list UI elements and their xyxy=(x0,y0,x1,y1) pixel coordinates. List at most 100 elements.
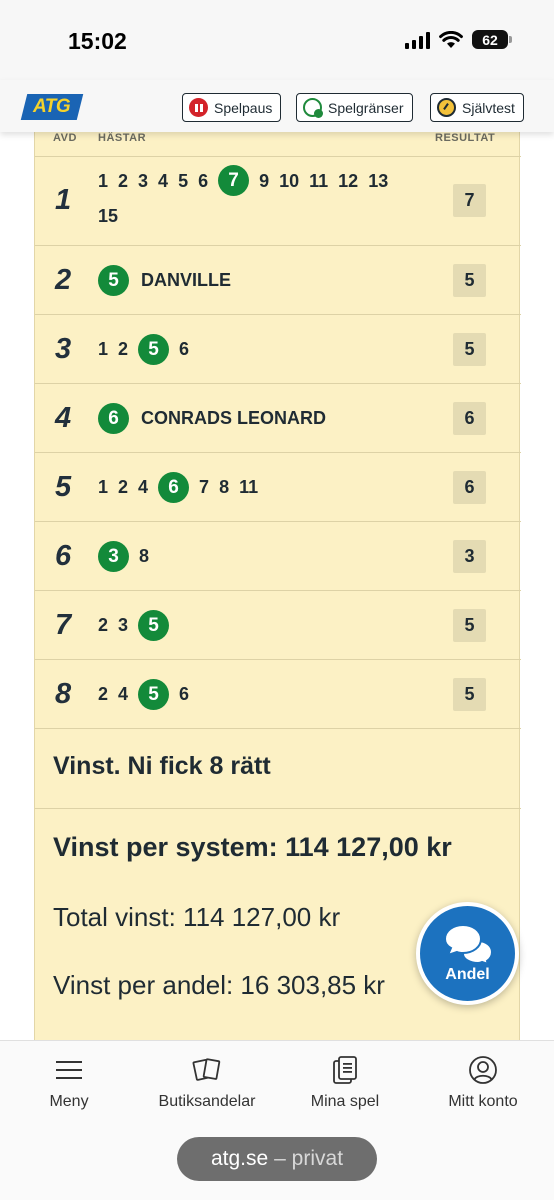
pause-icon xyxy=(189,98,208,117)
horse-number: 5 xyxy=(178,170,189,191)
horse-name: CONRADS LEONARD xyxy=(141,407,327,428)
bottom-nav: Meny Butiksandelar Mina spel Mitt konto … xyxy=(0,1040,554,1200)
race-number: 7 xyxy=(55,608,72,641)
status-icons: 62 xyxy=(405,30,512,49)
win-title: Vinst. Ni fick 8 rätt xyxy=(53,752,271,780)
horse-number: 9 xyxy=(259,170,270,191)
horse-list: 5 DANVILLE xyxy=(98,264,428,296)
spelgranser-label: Spelgränser xyxy=(328,99,404,116)
horse-number: 10 xyxy=(279,170,300,191)
col-avd: AVD xyxy=(53,132,77,144)
result-badge: 5 xyxy=(453,608,486,642)
race-number: 8 xyxy=(55,677,72,710)
result-badge: 5 xyxy=(453,263,486,297)
url-bar[interactable]: atg.se – privat xyxy=(177,1137,377,1181)
horse-number: 12 xyxy=(338,170,359,191)
winner-horse-badge: 5 xyxy=(98,264,129,296)
table-row[interactable]: 4 6 CONRADS LEONARD 6 xyxy=(35,384,521,453)
horse-number: 3 xyxy=(118,615,129,635)
race-number: 6 xyxy=(55,539,72,572)
menu-icon xyxy=(56,1061,82,1079)
horse-number: 8 xyxy=(219,477,230,497)
winner-horse-badge: 6 xyxy=(158,471,190,503)
horse-list: 2456 xyxy=(98,678,428,710)
table-row[interactable]: 5 1 2 4 6 7 8 11 6 xyxy=(35,453,521,522)
divider xyxy=(35,808,521,809)
nav-meny[interactable]: Meny xyxy=(0,1053,138,1111)
result-badge: 5 xyxy=(453,332,486,366)
nav-mitt-konto[interactable]: Mitt konto xyxy=(414,1053,552,1111)
status-time: 15:02 xyxy=(68,28,127,54)
nav-mina-spel[interactable]: Mina spel xyxy=(276,1053,414,1111)
sjalvtest-label: Självtest xyxy=(462,99,515,116)
cards-icon xyxy=(192,1058,221,1081)
user-icon xyxy=(469,1056,497,1084)
wifi-icon xyxy=(439,30,463,48)
share-fab-button[interactable]: Andel xyxy=(416,902,519,1005)
horse-number: 3 xyxy=(138,170,149,191)
battery-level: 62 xyxy=(482,31,498,48)
table-row[interactable]: 2 5 DANVILLE 5 xyxy=(35,246,521,315)
horse-number: 7 xyxy=(199,477,210,497)
race-number: 2 xyxy=(55,263,72,296)
table-row[interactable]: 6 383 xyxy=(35,522,521,591)
race-number: 1 xyxy=(55,183,72,216)
url-mode: – privat xyxy=(274,1147,344,1170)
horse-number: 13 xyxy=(368,170,389,191)
horse-list: 1 2 3 4 5 6 7 9 10 11 12 13 15 xyxy=(98,165,408,230)
horse-number: 1 xyxy=(98,170,109,191)
horse-number: 1 xyxy=(98,477,109,497)
result-badge: 5 xyxy=(453,677,486,711)
nav-butiksandelar[interactable]: Butiksandelar xyxy=(138,1053,276,1111)
col-resultat: RESULTAT xyxy=(435,132,496,144)
horse-number: 2 xyxy=(118,170,129,191)
result-badge: 6 xyxy=(453,401,486,435)
coupons-icon xyxy=(333,1056,357,1084)
win-per-system: Vinst per system: 114 127,00 kr xyxy=(53,832,452,862)
table-row[interactable]: 72355 xyxy=(35,591,521,660)
winner-horse-badge: 6 xyxy=(98,402,129,434)
table-row[interactable]: 312565 xyxy=(35,315,521,384)
result-badge: 7 xyxy=(453,183,486,217)
horse-number: 6 xyxy=(198,170,209,191)
winner-horse-badge: 5 xyxy=(138,609,170,641)
sjalvtest-button[interactable]: Självtest xyxy=(430,93,524,122)
horse-number: 2 xyxy=(98,684,109,704)
horse-list: 38 xyxy=(98,540,428,572)
horse-number: 15 xyxy=(98,206,119,226)
spelpaus-button[interactable]: Spelpaus xyxy=(182,93,282,122)
race-number: 4 xyxy=(55,401,72,434)
winner-horse-badge: 3 xyxy=(98,540,129,572)
race-number: 3 xyxy=(55,332,72,365)
logo-text: ATG xyxy=(33,96,71,117)
nav-butiksandelar-label: Butiksandelar xyxy=(158,1093,256,1110)
horse-number: 8 xyxy=(139,546,150,566)
chat-bubbles-icon xyxy=(443,923,493,964)
horse-number: 2 xyxy=(118,477,129,497)
nav-mitt-konto-label: Mitt konto xyxy=(448,1093,518,1110)
spelgranser-button[interactable]: Spelgränser xyxy=(296,93,413,122)
results-panel: AVD HÄSTAR RESULTAT 1 1 2 3 4 5 6 7 9 10 11 12 13 15 7… xyxy=(34,108,521,1040)
horse-number: 2 xyxy=(98,615,109,635)
battery-icon: 62 xyxy=(472,30,512,49)
nav-meny-label: Meny xyxy=(49,1093,89,1110)
horse-list: 6 CONRADS LEONARD xyxy=(98,402,428,434)
status-bar: 15:02 62 xyxy=(0,0,554,80)
horse-number: 11 xyxy=(239,477,259,497)
limit-icon xyxy=(303,98,323,118)
col-hastar: HÄSTAR xyxy=(98,132,147,144)
horse-number: 6 xyxy=(179,684,190,704)
horse-number: 4 xyxy=(138,477,149,497)
winner-horse-badge: 5 xyxy=(138,678,170,710)
horse-number: 6 xyxy=(179,339,190,359)
gauge-icon xyxy=(437,98,456,117)
table-row[interactable]: 824565 xyxy=(35,660,521,729)
app-header: ATG Spelpaus Spelgränser Självtest xyxy=(0,80,554,132)
horse-list: 235 xyxy=(98,609,428,641)
atg-logo[interactable]: ATG xyxy=(20,94,84,120)
horse-number: 11 xyxy=(309,170,329,191)
race-number: 5 xyxy=(55,470,72,503)
table-row[interactable]: 1 1 2 3 4 5 6 7 9 10 11 12 13 15 7 xyxy=(35,155,521,246)
winner-horse-badge: 5 xyxy=(138,333,170,365)
horse-number: 4 xyxy=(118,684,129,704)
